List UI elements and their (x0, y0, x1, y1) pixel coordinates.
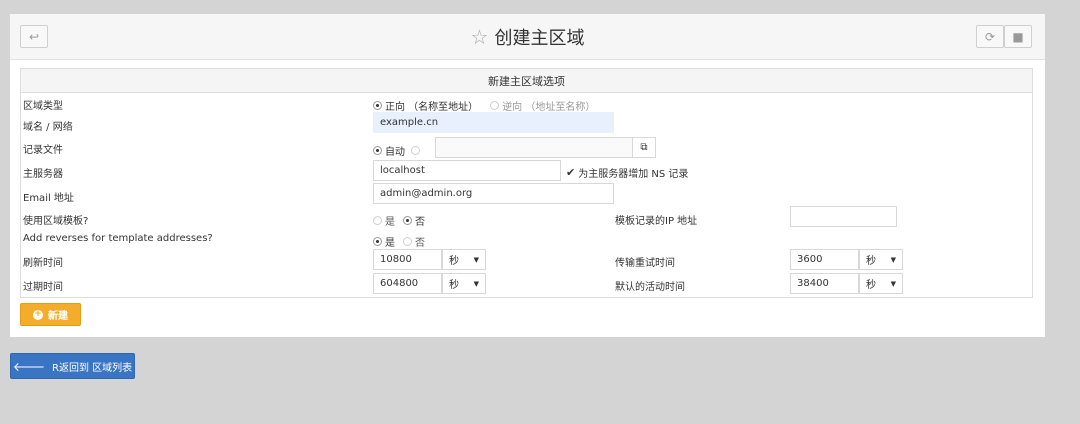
records-file-auto-radio[interactable] (373, 146, 382, 155)
use-template-yes-label: 是 (385, 217, 395, 228)
chevron-down-icon: ▼ (473, 279, 479, 288)
use-template-yes-radio[interactable] (373, 216, 382, 225)
template-ip-label: 模板记录的IP 地址 (615, 216, 698, 227)
retry-label: 传输重试时间 (615, 258, 675, 269)
domain-input[interactable]: example.cn (373, 112, 614, 133)
main-panel: ☆ 创建主区域 ↩ ⟳ ■ 新建主区域选项 区域类型 正向 （名称至地址） 逆向… (10, 14, 1045, 337)
default-ttl-label: 默认的活动时间 (615, 282, 685, 293)
email-input[interactable]: admin@admin.org (373, 183, 614, 204)
chevron-down-icon: ▼ (890, 255, 896, 264)
refresh-unit-value: 秒 (449, 256, 459, 267)
use-template-options: 是 否 (373, 213, 425, 228)
zone-type-reverse-radio[interactable] (490, 101, 500, 110)
refresh-label: 刷新时间 (23, 258, 63, 269)
add-reverses-label: Add reverses for template addresses? (23, 233, 213, 244)
use-template-label: 使用区域模板? (23, 216, 89, 227)
form-section-title: 新建主区域选项 (21, 69, 1032, 93)
create-button[interactable]: + 新建 (20, 303, 81, 326)
zone-type-label: 区域类型 (23, 101, 63, 112)
use-template-no-label: 否 (415, 217, 425, 228)
zone-type-reverse-label: 逆向 （地址至名称） (502, 102, 596, 113)
title-bar: ☆ 创建主区域 ↩ ⟳ ■ (10, 14, 1045, 60)
zone-type-forward-radio[interactable] (373, 101, 382, 110)
chevron-down-icon: ▼ (473, 255, 479, 264)
back-to-zone-list-button[interactable]: 🡐 R返回到 区域列表 (10, 353, 135, 379)
add-reverses-yes-label: 是 (385, 238, 395, 249)
back-arrow-icon[interactable]: ↩ (20, 25, 48, 48)
records-file-options: 自动 (373, 143, 423, 158)
retry-unit-select[interactable]: 秒 ▼ (859, 249, 903, 270)
expire-unit-value: 秒 (449, 280, 459, 291)
retry-unit-value: 秒 (866, 256, 876, 267)
plus-circle-icon: + (33, 309, 43, 320)
refresh-unit-select[interactable]: 秒 ▼ (442, 249, 486, 270)
default-ttl-unit-select[interactable]: 秒 ▼ (859, 273, 903, 294)
records-file-auto-label: 自动 (385, 147, 405, 158)
domain-label: 域名 / 网络 (23, 122, 73, 133)
records-file-input[interactable] (435, 137, 633, 158)
add-reverses-no-label: 否 (415, 238, 425, 249)
create-button-label: 新建 (48, 311, 68, 322)
email-label: Email 地址 (23, 193, 74, 204)
records-file-label: 记录文件 (23, 145, 63, 156)
stop-icon[interactable]: ■ (1004, 25, 1032, 48)
expire-input[interactable]: 604800 (373, 273, 442, 294)
arrow-left-icon: 🡐 (12, 359, 46, 374)
retry-input[interactable]: 3600 (790, 249, 859, 270)
default-ttl-unit-value: 秒 (866, 280, 876, 291)
title-wrap: ☆ 创建主区域 (10, 14, 1045, 60)
records-file-custom-radio[interactable] (411, 146, 420, 155)
default-ttl-input[interactable]: 38400 (790, 273, 859, 294)
refresh-input[interactable]: 10800 (373, 249, 442, 270)
template-ip-input[interactable] (790, 206, 897, 227)
master-server-label: 主服务器 (23, 169, 63, 180)
checkmark-icon[interactable]: ✔ (566, 166, 575, 179)
star-outline-icon[interactable]: ☆ (471, 27, 489, 47)
master-server-input[interactable]: localhost (373, 160, 561, 181)
expire-unit-select[interactable]: 秒 ▼ (442, 273, 486, 294)
zone-options-form: 新建主区域选项 区域类型 正向 （名称至地址） 逆向 （地址至名称） 域名 / … (20, 68, 1033, 298)
refresh-icon[interactable]: ⟳ (976, 25, 1004, 48)
file-chooser-icon[interactable]: ⧉ (632, 137, 656, 158)
zone-type-options: 正向 （名称至地址） 逆向 （地址至名称） (373, 98, 595, 113)
back-button-label: R返回到 区域列表 (52, 362, 133, 374)
zone-type-forward-label: 正向 （名称至地址） (385, 102, 479, 113)
add-reverses-no-radio[interactable] (403, 237, 412, 246)
expire-label: 过期时间 (23, 282, 63, 293)
page-title: 创建主区域 (494, 28, 585, 49)
add-reverses-options: 是 否 (373, 234, 425, 249)
use-template-no-radio[interactable] (403, 216, 412, 225)
add-ns-option: ✔ 为主服务器增加 NS 记录 (566, 165, 688, 180)
add-ns-label: 为主服务器增加 NS 记录 (578, 169, 689, 180)
chevron-down-icon: ▼ (890, 279, 896, 288)
add-reverses-yes-radio[interactable] (373, 237, 382, 246)
